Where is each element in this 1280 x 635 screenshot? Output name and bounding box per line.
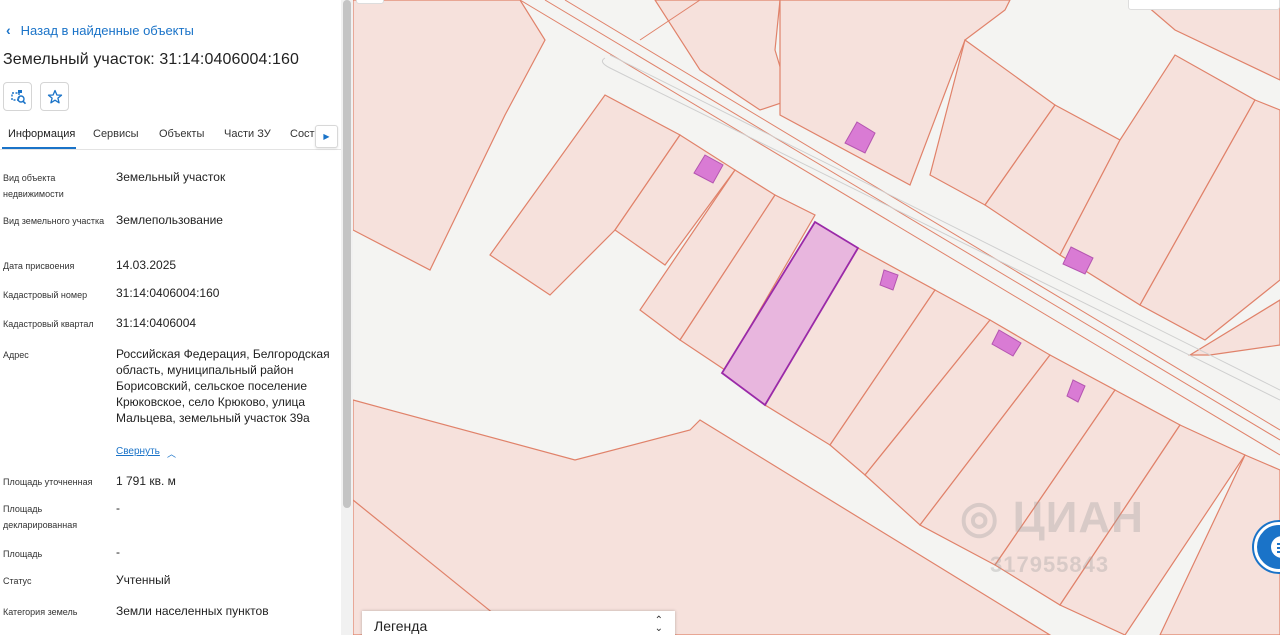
active-tab-indicator	[2, 147, 76, 149]
field-label-area-declared: Площадь декларированная	[3, 504, 78, 530]
field-label-object-type: Вид объекта недвижимости	[3, 173, 64, 199]
back-link-label: Назад в найденные объекты	[20, 22, 194, 38]
field-value-cadastral-quarter: 31:14:0406004	[116, 316, 197, 330]
scrollbar-thumb[interactable]	[343, 0, 351, 508]
chat-icon	[1271, 536, 1280, 558]
page-title: Земельный участок: 31:14:0406004:160	[3, 51, 300, 68]
field-label-area: Площадь	[3, 549, 43, 559]
field-label-assigned-date: Дата присвоения	[3, 261, 75, 271]
field-value-cadastral-number: 31:14:0406004:160	[116, 286, 220, 300]
field-label-status: Статус	[3, 576, 32, 586]
tab-information[interactable]: Информация	[8, 128, 75, 140]
tab-bar: Информация Сервисы Объекты Части ЗУ Сост…	[0, 124, 341, 150]
legend-label: Легенда	[374, 618, 428, 634]
info-panel: ‹ Назад в найденные объекты Земельный уч…	[0, 0, 341, 635]
field-value-area-refined: 1 791 кв. м	[116, 474, 176, 488]
star-icon	[47, 89, 62, 103]
field-value-area: -	[116, 545, 120, 559]
field-label-land-category: Категория земель	[3, 607, 78, 617]
triangle-right-icon: ▶	[323, 132, 330, 141]
tab-land-parts[interactable]: Части ЗУ	[224, 128, 271, 140]
parcel-search-icon	[10, 89, 26, 104]
field-value-land-type: Землепользование	[116, 213, 223, 227]
collapse-link[interactable]: Свернуть	[116, 446, 160, 457]
field-label-land-type: Вид земельного участка	[3, 216, 105, 226]
watermark-logo: ◎ ЦИАН	[960, 493, 1144, 542]
chevron-up-icon[interactable]: ︿	[167, 447, 176, 460]
legend-select[interactable]: Легенда ⌃ ⌄	[362, 611, 675, 635]
field-value-object-type: Земельный участок	[116, 170, 226, 184]
field-label-area-refined: Площадь уточненная	[3, 477, 93, 487]
field-value-assigned-date: 14.03.2025	[116, 258, 177, 272]
field-label-cadastral-number: Кадастровый номер	[3, 290, 88, 300]
layer-select[interactable]	[1128, 0, 1280, 10]
panel-scrollbar[interactable]	[341, 0, 353, 635]
tab-services[interactable]: Сервисы	[93, 128, 139, 140]
watermark-id: 317955843	[990, 552, 1110, 577]
field-label-cadastral-quarter: Кадастровый квартал	[3, 319, 94, 329]
cadastral-map[interactable]: ◎ ЦИАН 317955843	[353, 0, 1280, 635]
parcel-search-button[interactable]	[3, 82, 32, 111]
parcel[interactable]	[1139, 0, 1280, 81]
field-value-address: Российская Федерация, Белгородская облас…	[116, 347, 330, 425]
chevron-left-icon: ‹	[6, 22, 11, 38]
back-link[interactable]: ‹ Назад в найденные объекты	[6, 22, 194, 38]
field-value-status: Учтенный	[116, 573, 171, 587]
map-control-button[interactable]	[356, 0, 384, 4]
tab-objects[interactable]: Объекты	[159, 128, 204, 140]
favorite-button[interactable]	[40, 82, 69, 111]
chevron-up-down-icon: ⌃ ⌄	[654, 615, 663, 634]
field-label-address: Адрес	[3, 350, 29, 360]
field-value-land-category: Земли населенных пунктов	[116, 604, 269, 618]
tabs-scroll-right-button[interactable]: ▶	[315, 125, 338, 148]
field-value-area-declared: -	[116, 501, 120, 515]
